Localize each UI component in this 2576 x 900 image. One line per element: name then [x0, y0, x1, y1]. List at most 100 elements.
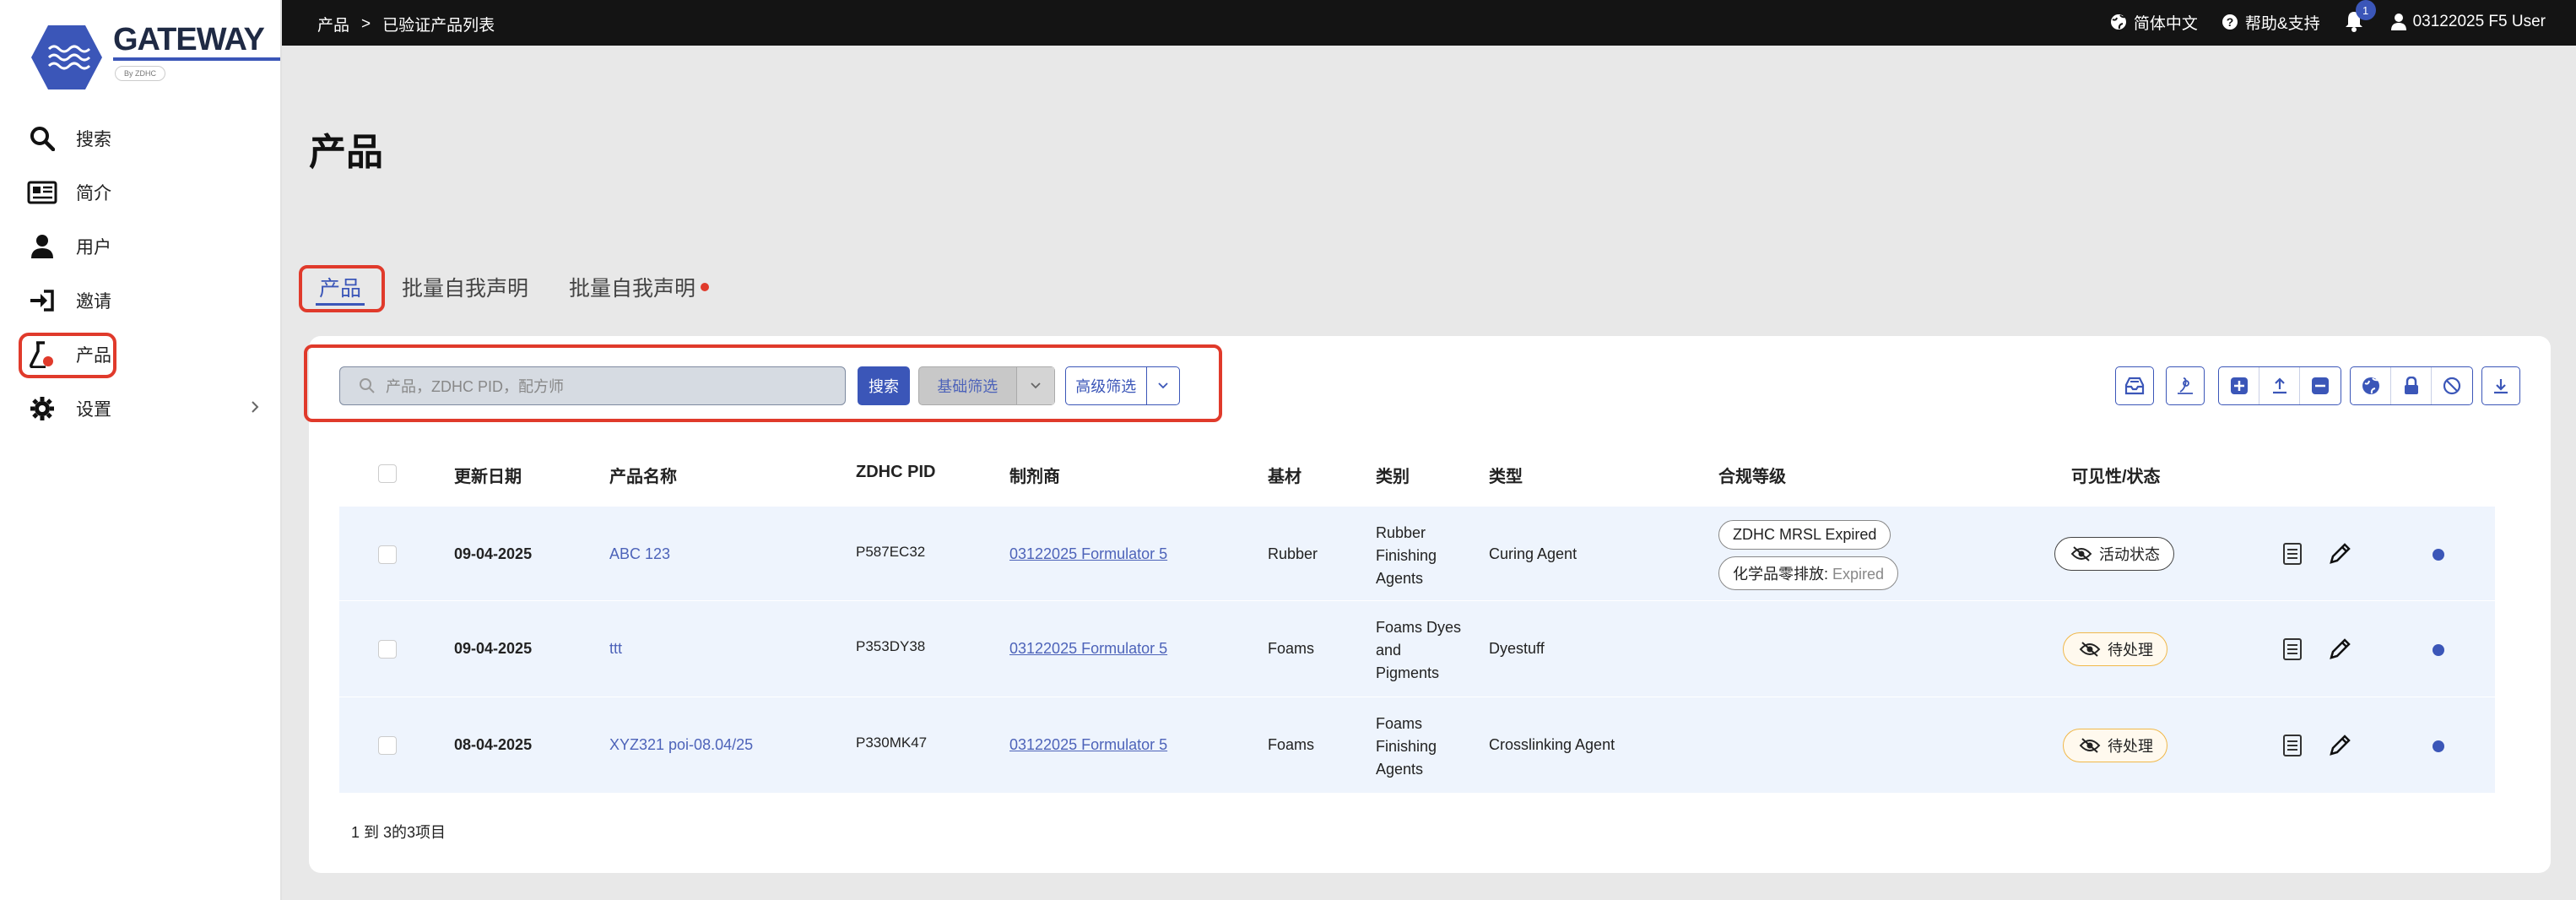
column-header[interactable]: 可见性/状态 [2071, 463, 2161, 487]
gear-icon [27, 393, 57, 424]
sidebar-item-users[interactable]: 用户 [0, 220, 282, 274]
category-line: Pigments [1376, 664, 1440, 681]
column-header[interactable]: 类别 [1376, 463, 1410, 487]
tab-bulk-declaration[interactable]: 批量自我声明 [382, 263, 549, 311]
status-badge[interactable]: 活动状态 [2054, 537, 2174, 571]
compliance-tag: 化学品零排放: Expired [1718, 556, 1899, 590]
upload-icon[interactable] [2259, 367, 2300, 404]
highlight-ring [19, 333, 116, 378]
logo-hexagon-icon [31, 25, 102, 89]
status-label: 活动状态 [2099, 546, 2160, 563]
sidebar-item-profile[interactable]: 简介 [0, 165, 282, 220]
sidebar-item-products[interactable]: 产品 [0, 328, 282, 382]
row-checkbox[interactable] [378, 640, 397, 659]
add-square-icon[interactable] [2219, 367, 2259, 404]
column-header[interactable]: 产品名称 [609, 463, 677, 487]
sidebar-item-invite[interactable]: 邀请 [0, 274, 282, 328]
document-icon[interactable] [2282, 734, 2303, 757]
sidebar-item-settings[interactable]: 设置 [0, 382, 282, 436]
table-row[interactable]: 09-04-2025 ttt P353DY38 03122025 Formula… [339, 601, 2495, 697]
column-header[interactable]: 类型 [1489, 463, 1523, 487]
help-label: 帮助&支持 [2244, 14, 2320, 33]
product-name-link[interactable]: XYZ321 poi-08.04/25 [609, 736, 753, 754]
help-link[interactable]: ? 帮助&支持 [2222, 11, 2320, 34]
search-input[interactable]: 产品，ZDHC PID，配方师 [339, 366, 846, 405]
user-name: 03122025 F5 User [2412, 13, 2546, 30]
eye-slash-icon [2079, 642, 2101, 657]
chevron-right-icon [250, 398, 260, 420]
user-icon [27, 231, 57, 262]
tab-label: 批量自我声明 [402, 277, 529, 301]
product-type: Crosslinking Agent [1489, 736, 1615, 753]
user-menu[interactable]: 03122025 F5 User [2390, 13, 2546, 31]
substrate: Foams [1268, 736, 1315, 753]
pencil-icon[interactable] [2328, 734, 2351, 757]
inbox-icon [2124, 377, 2145, 395]
chevron-down-icon[interactable] [1145, 367, 1179, 404]
ban-icon[interactable] [2432, 367, 2472, 404]
tab-label: 批量自我声明 [569, 277, 696, 301]
column-header[interactable]: ZDHC PID [856, 463, 935, 482]
language-selector[interactable]: 简体中文 [2110, 11, 2198, 34]
pencil-icon[interactable] [2328, 542, 2351, 566]
column-header[interactable]: 制剂商 [1009, 463, 1060, 487]
document-icon[interactable] [2282, 542, 2303, 566]
basic-filter-dropdown[interactable]: 基础筛选 [918, 366, 1055, 405]
search-button[interactable]: 搜索 [858, 366, 910, 405]
breadcrumb: 产品 > 已验证产品列表 [317, 13, 495, 35]
category-line: and [1376, 642, 1402, 659]
download-button[interactable] [2481, 366, 2520, 405]
document-icon[interactable] [2282, 637, 2303, 661]
breadcrumb-item-products[interactable]: 产品 [317, 13, 349, 35]
search-icon [360, 378, 375, 393]
row-status-dot [2433, 644, 2444, 656]
lock-icon[interactable] [2391, 367, 2432, 404]
updated-date: 09-04-2025 [454, 640, 533, 657]
formulator-link[interactable]: 03122025 Formulator 5 [1009, 736, 1167, 754]
row-checkbox[interactable] [378, 736, 397, 755]
row-status-dot [2433, 549, 2444, 561]
category: Rubber Finishing Agents [1376, 522, 1437, 590]
product-name-link[interactable]: ttt [609, 640, 622, 658]
globe-icon[interactable] [2351, 367, 2391, 404]
category-line: Agents [1376, 570, 1424, 587]
sidebar-item-search[interactable]: 搜索 [0, 111, 282, 165]
notifications-button[interactable]: 1 [2344, 0, 2376, 34]
signature-icon [2178, 377, 2193, 394]
row-checkbox[interactable] [378, 545, 397, 564]
inbox-button[interactable] [2115, 366, 2154, 405]
alert-dot [701, 283, 710, 291]
formulator-link[interactable]: 03122025 Formulator 5 [1009, 545, 1167, 563]
pencil-icon[interactable] [2328, 637, 2351, 661]
status-badge[interactable]: 待处理 [2063, 632, 2167, 666]
breadcrumb-separator: > [361, 14, 371, 33]
updated-date: 09-04-2025 [454, 545, 533, 562]
remove-square-icon[interactable] [2300, 367, 2341, 404]
compliance-label: ZDHC MRSL Expired [1733, 526, 1877, 543]
status-label: 待处理 [2108, 642, 2153, 659]
pagination-summary: 1 到 3的3项目 [351, 824, 446, 841]
column-header[interactable]: 基材 [1268, 463, 1302, 487]
product-name-link[interactable]: ABC 123 [609, 545, 670, 563]
gateway-logo[interactable]: GATEWAY By ZDHC [30, 20, 280, 96]
status-badge[interactable]: 待处理 [2063, 729, 2167, 762]
compliance-tags: ZDHC MRSL Expired 化学品零排放: Expired [1718, 520, 1899, 590]
category-line: Finishing [1376, 738, 1437, 755]
tab-bulk-declaration-alert[interactable]: 批量自我声明 [549, 263, 729, 311]
updated-date: 08-04-2025 [454, 736, 533, 753]
advanced-filter-dropdown[interactable]: 高级筛选 [1065, 366, 1180, 405]
column-header[interactable]: 合规等级 [1718, 463, 1786, 487]
formulator-link[interactable]: 03122025 Formulator 5 [1009, 640, 1167, 658]
table-row[interactable]: 09-04-2025 ABC 123 P587EC32 03122025 For… [339, 507, 2495, 601]
advanced-filter-label: 高级筛选 [1075, 378, 1137, 395]
column-header[interactable]: 更新日期 [454, 463, 522, 487]
chevron-down-icon[interactable] [1015, 367, 1054, 404]
signature-button[interactable] [2166, 366, 2205, 405]
select-all-checkbox[interactable] [378, 464, 397, 483]
zdhc-pid: P587EC32 [856, 544, 926, 560]
tab-products[interactable]: 产品 [299, 263, 385, 312]
table-row[interactable]: 08-04-2025 XYZ321 poi-08.04/25 P330MK47 … [339, 697, 2495, 794]
compliance-tag: ZDHC MRSL Expired [1718, 520, 1891, 550]
sidebar: GATEWAY By ZDHC 搜索 简介 用户 邀请 产品 设置 [0, 0, 282, 900]
svg-text:?: ? [2227, 15, 2234, 29]
